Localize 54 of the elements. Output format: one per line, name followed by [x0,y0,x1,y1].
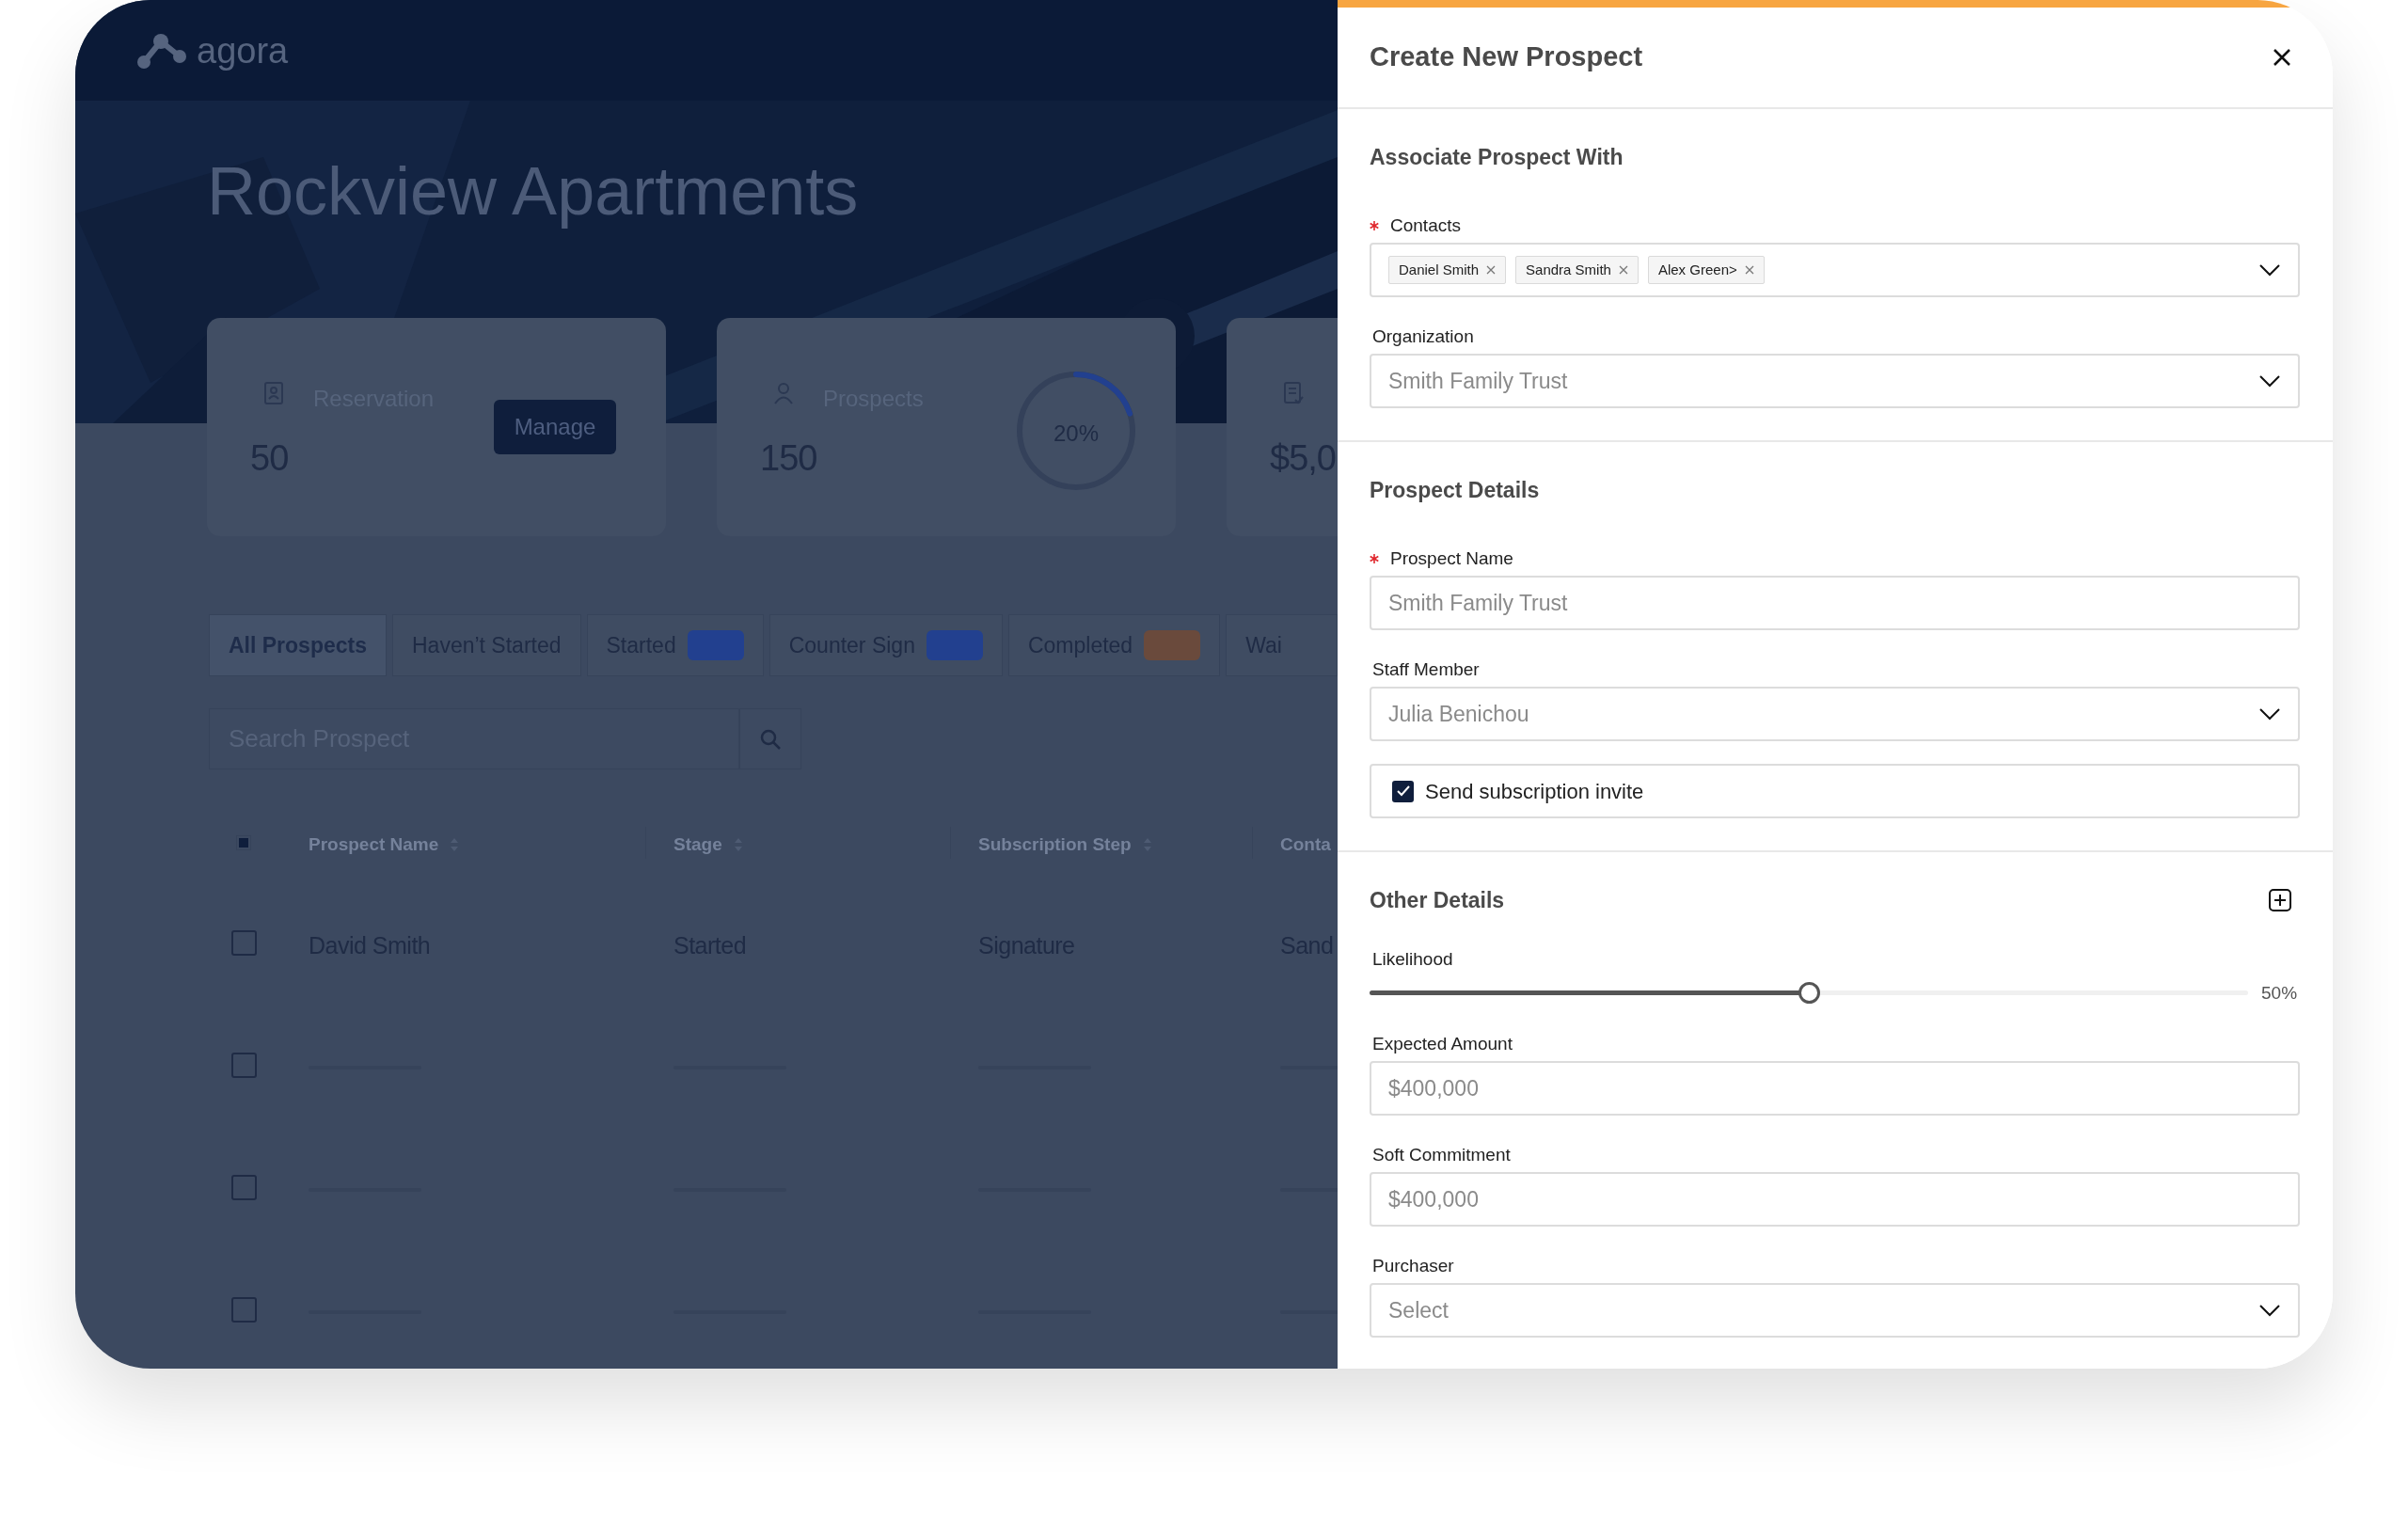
section-title: Associate Prospect With [1370,143,1624,171]
manage-button[interactable]: Manage [494,400,616,454]
logo-text: agora [197,32,289,69]
row-checkbox[interactable] [231,1175,257,1200]
column-header[interactable]: Stage [673,832,743,859]
checkbox[interactable] [1392,780,1414,802]
select-field[interactable]: Smith Family Trust [1370,354,2300,408]
search-button[interactable] [739,708,801,769]
search-icon [759,727,782,751]
remove-icon [1486,265,1497,275]
slider-value: 50% [2261,981,2298,1005]
required-mark-icon [1370,221,1379,230]
chevron-down-icon [2258,263,2281,277]
input-field[interactable]: Smith Family Trust [1370,576,2300,630]
column-header[interactable]: Subscription Step [978,832,1152,859]
contact-tag[interactable]: Alex Green> [1647,256,1765,284]
select-all-checkbox[interactable] [236,835,251,850]
field-label: Soft Commitment [1371,1146,1511,1165]
chevron-down-icon [2258,707,2281,721]
check-icon [1396,785,1410,797]
field-label: Organization [1371,327,1474,346]
select-field[interactable]: Julia Benichou [1370,687,2300,741]
contact-tag[interactable]: Daniel Smith [1388,256,1507,284]
slider-thumb[interactable] [1798,982,1820,1004]
section-title: Prospect Details [1370,476,1540,504]
checkbox-option[interactable]: Send subscription invite [1370,764,2300,818]
plus-square-icon [2268,888,2292,912]
field-label: Prospect Name [1390,549,1513,568]
chevron-down-icon [2258,374,2281,388]
field-label: Staff Member [1371,660,1480,679]
logo-icon [136,31,187,70]
required-mark-icon [1370,554,1379,563]
contact-tag[interactable]: Sandra Smith [1515,256,1639,284]
slider[interactable] [1370,982,2248,1005]
chevron-down-icon [2258,1304,2281,1317]
contacts-select[interactable]: Daniel Smith Sandra Smith Alex Green> [1370,243,2300,297]
select-field[interactable]: Select [1370,1283,2300,1338]
input-field[interactable]: $400,000 [1370,1172,2300,1227]
column-header[interactable]: Prospect Name [309,832,460,859]
remove-icon [1744,265,1754,275]
field-label: Likelihood [1371,950,1453,969]
row-checkbox[interactable] [231,1297,257,1323]
remove-icon [1618,265,1628,275]
close-icon [2273,48,2291,67]
section-title: Other Details [1370,886,1505,914]
field-label: Contacts [1390,216,1461,235]
column-header[interactable]: Conta [1280,832,1331,859]
panel-title: Create New Prospect [1370,40,1643,74]
row-checkbox[interactable] [231,930,257,956]
field-label: Expected Amount [1371,1035,1513,1054]
row-checkbox[interactable] [231,1053,257,1078]
field-label: Purchaser [1371,1257,1454,1275]
add-button[interactable] [2268,888,2292,912]
input-field[interactable]: $400,000 [1370,1061,2300,1116]
